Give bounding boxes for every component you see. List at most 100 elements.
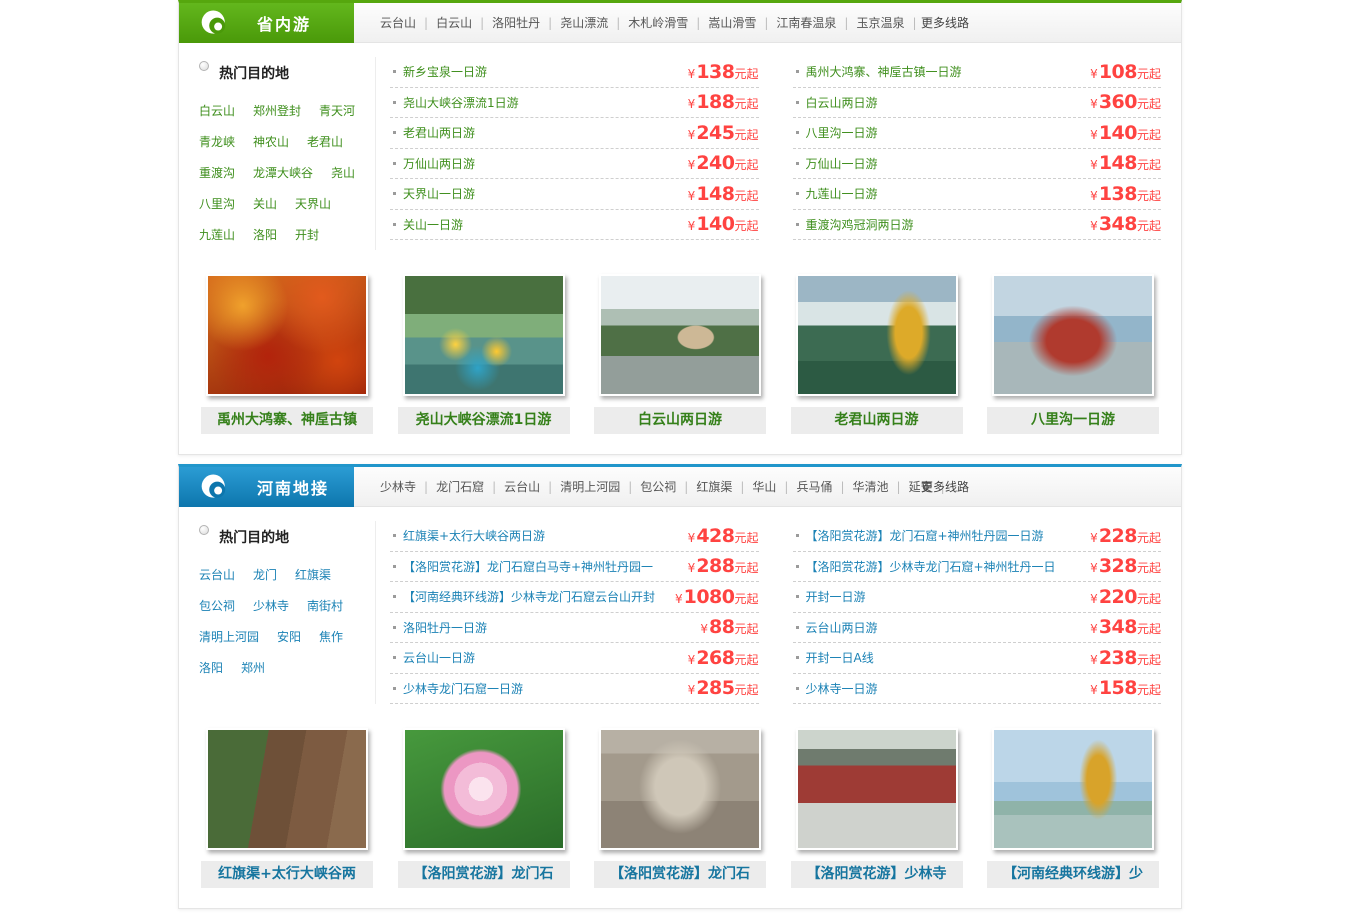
destination-tag[interactable]: 关山 [253, 197, 277, 211]
destination-tag[interactable]: 龙潭大峡谷 [253, 166, 313, 180]
tour-link[interactable]: 红旗渠+太行大峡谷两日游 [403, 527, 682, 544]
tour-link[interactable]: 新乡宝泉一日游 [403, 63, 682, 80]
nav-destination-link[interactable]: 江南春温泉 [776, 16, 856, 30]
tour-link[interactable]: 【洛阳赏花游】龙门石窟+神州牡丹园一日游 [806, 527, 1085, 544]
destination-tag[interactable]: 郑州 [241, 661, 265, 675]
tour-link[interactable]: 重渡沟鸡冠洞两日游 [806, 216, 1085, 233]
tour-link[interactable]: 八里沟一日游 [806, 124, 1085, 141]
more-routes-link[interactable]: 更多线路 [921, 14, 969, 31]
destination-tag[interactable]: 清明上河园 [199, 630, 259, 644]
tour-card-caption: 八里沟一日游 [987, 407, 1159, 434]
destination-tag[interactable]: 洛阳 [253, 228, 277, 242]
tour-card[interactable]: 【洛阳赏花游】少林寺 [791, 728, 963, 888]
destination-tag[interactable]: 焦作 [319, 630, 343, 644]
destination-tag[interactable]: 尧山 [331, 166, 355, 180]
destination-tag[interactable]: 九莲山 [199, 228, 235, 242]
tour-card[interactable]: 【洛阳赏花游】龙门石 [398, 728, 570, 888]
nav-destination-link[interactable]: 嵩山滑雪 [708, 16, 776, 30]
nav-destination-link[interactable]: 云台山 [504, 480, 560, 494]
nav-destination-link[interactable]: 白云山 [436, 16, 492, 30]
destination-tag[interactable]: 郑州登封 [253, 104, 301, 118]
destination-tag[interactable]: 白云山 [199, 104, 235, 118]
destination-tag[interactable]: 老君山 [307, 135, 343, 149]
destination-tag[interactable]: 云台山 [199, 568, 235, 582]
destination-tag[interactable]: 洛阳 [199, 661, 223, 675]
nav-destination-link[interactable]: 华清池 [853, 480, 909, 494]
nav-destination-link[interactable]: 包公祠 [640, 480, 696, 494]
destination-tag[interactable]: 八里沟 [199, 197, 235, 211]
destination-tag[interactable]: 开封 [295, 228, 319, 242]
nav-destination-link[interactable]: 龙门石窟 [436, 480, 504, 494]
tour-link[interactable]: 关山一日游 [403, 216, 682, 233]
tour-card[interactable]: 禹州大鸿寨、神垕古镇 [201, 274, 373, 434]
destination-tag[interactable]: 龙门 [253, 568, 277, 582]
nav-destination-link[interactable]: 木札岭滑雪 [628, 16, 708, 30]
price-suffix: 元起 [734, 217, 758, 234]
tour-card[interactable]: 白云山两日游 [594, 274, 766, 434]
yen-symbol: ¥ [1090, 592, 1098, 606]
destination-tag[interactable]: 包公祠 [199, 599, 235, 613]
tour-link[interactable]: 开封一日游 [806, 588, 1085, 605]
yen-symbol: ¥ [688, 683, 696, 697]
nav-destination-link[interactable]: 尧山漂流 [560, 16, 628, 30]
yen-symbol: ¥ [1090, 653, 1098, 667]
tour-link[interactable]: 少林寺一日游 [806, 680, 1085, 697]
tour-price: ¥240元起 [688, 152, 759, 174]
nav-destination-link[interactable]: 玉京温泉 [856, 16, 924, 30]
tour-link[interactable]: 九莲山一日游 [806, 185, 1085, 202]
nav-destination-link[interactable]: 兵马俑 [796, 480, 852, 494]
tour-link[interactable]: 少林寺龙门石窟一日游 [403, 680, 682, 697]
tour-link[interactable]: 【洛阳赏花游】少林寺龙门石窟+神州牡丹一日 [806, 558, 1085, 575]
henan-local-tab[interactable]: 河南地接 [179, 467, 354, 507]
tour-card[interactable]: 【河南经典环线游】少 [987, 728, 1159, 888]
tour-link[interactable]: 【洛阳赏花游】龙门石窟白马寺+神州牡丹园一 [403, 558, 682, 575]
tour-card[interactable]: 尧山大峡谷漂流1日游 [398, 274, 570, 434]
tour-link[interactable]: 万仙山两日游 [403, 155, 682, 172]
nav-destination-link[interactable]: 洛阳牡丹 [492, 16, 560, 30]
destination-tag[interactable]: 少林寺 [253, 599, 289, 613]
destination-tag[interactable]: 南街村 [307, 599, 343, 613]
tour-link[interactable]: 开封一日A线 [806, 649, 1085, 666]
tour-card-caption: 尧山大峡谷漂流1日游 [398, 407, 570, 434]
tour-link[interactable]: 【河南经典环线游】少林寺龙门石窟云台山开封 [403, 588, 669, 605]
nav-destination-link[interactable]: 云台山 [380, 16, 436, 30]
province-tours-tab[interactable]: 省内游 [179, 3, 354, 43]
tour-link[interactable]: 尧山大峡谷漂流1日游 [403, 94, 682, 111]
tour-link[interactable]: 天界山一日游 [403, 185, 682, 202]
destination-tag[interactable]: 青龙峡 [199, 135, 235, 149]
more-routes-link[interactable]: 更多线路 [921, 478, 969, 495]
price-amount: 228 [1099, 525, 1137, 547]
tour-link[interactable]: 白云山两日游 [806, 94, 1085, 111]
tour-link[interactable]: 禹州大鸿寨、神垕古镇一日游 [806, 63, 1085, 80]
nav-destination-link[interactable]: 华山 [752, 480, 796, 494]
tour-row: 九莲山一日游 ¥138元起 [793, 179, 1162, 210]
tour-link[interactable]: 云台山两日游 [806, 619, 1085, 636]
nav-destination-link[interactable]: 红旗渠 [696, 480, 752, 494]
price-amount: 140 [1099, 122, 1137, 144]
destination-tag[interactable]: 安阳 [277, 630, 301, 644]
tour-price: ¥348元起 [1090, 213, 1161, 235]
tour-card[interactable]: 老君山两日游 [791, 274, 963, 434]
tour-link[interactable]: 云台山一日游 [403, 649, 682, 666]
tour-link[interactable]: 老君山两日游 [403, 124, 682, 141]
tour-photo [206, 274, 368, 396]
tour-link[interactable]: 万仙山一日游 [806, 155, 1085, 172]
destination-tag[interactable]: 红旗渠 [295, 568, 331, 582]
destination-tag[interactable]: 青天河 [319, 104, 355, 118]
yen-symbol: ¥ [1090, 128, 1098, 142]
tour-row: 万仙山两日游 ¥240元起 [390, 149, 759, 180]
destination-tag[interactable]: 重渡沟 [199, 166, 235, 180]
price-suffix: 元起 [1137, 651, 1161, 668]
tour-card[interactable]: 红旗渠+太行大峡谷两 [201, 728, 373, 888]
tour-card[interactable]: 八里沟一日游 [987, 274, 1159, 434]
bullet-icon [393, 192, 396, 195]
nav-destination-link[interactable]: 少林寺 [380, 480, 436, 494]
tour-card[interactable]: 【洛阳赏花游】龙门石 [594, 728, 766, 888]
yen-symbol: ¥ [688, 189, 696, 203]
tour-link[interactable]: 洛阳牡丹一日游 [403, 619, 694, 636]
nav-destination-link[interactable]: 清明上河园 [560, 480, 640, 494]
destination-tag[interactable]: 神农山 [253, 135, 289, 149]
tag-row: 白云山 郑州登封 青天河 [199, 95, 375, 126]
tour-photo [796, 728, 958, 850]
destination-tag[interactable]: 天界山 [295, 197, 331, 211]
